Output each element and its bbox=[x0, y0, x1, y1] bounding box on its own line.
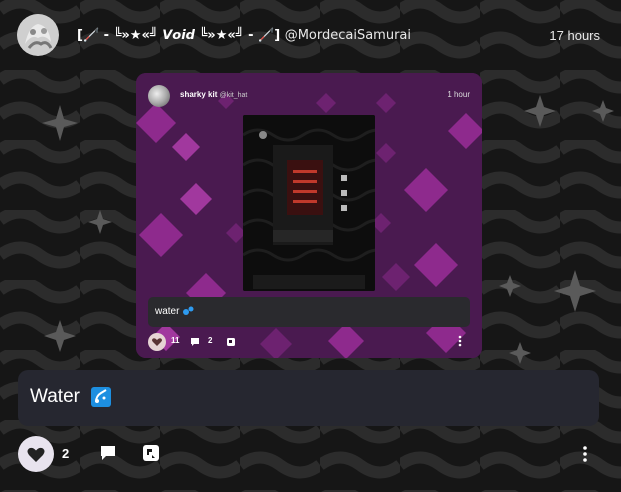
author-avatar[interactable] bbox=[17, 14, 59, 56]
post-caption: Water bbox=[18, 370, 599, 426]
like-count: 2 bbox=[62, 446, 70, 461]
comment-icon[interactable] bbox=[190, 337, 200, 347]
water-emoji-icon bbox=[183, 306, 194, 316]
embed-like-button[interactable] bbox=[148, 333, 166, 351]
embedded-screenshot-image[interactable] bbox=[243, 115, 375, 291]
embed-caption-text: water bbox=[155, 306, 180, 317]
embed-action-bar: 11 2 bbox=[148, 333, 470, 351]
more-options-icon[interactable] bbox=[458, 335, 462, 347]
embed-caption: water bbox=[148, 297, 470, 327]
post-action-bar: 2 bbox=[18, 435, 599, 473]
embedded-post[interactable]: sharky kit @kit_hat 1 hour water 11 2 bbox=[136, 73, 482, 358]
comment-icon[interactable] bbox=[99, 444, 117, 462]
embed-comment-count: 2 bbox=[208, 336, 213, 345]
water-emoji-icon bbox=[91, 386, 112, 407]
author-handle[interactable]: @MordecaiSamurai bbox=[285, 28, 411, 43]
embed-author-handle[interactable]: @kit_hat bbox=[220, 92, 248, 99]
embed-like-count: 11 bbox=[171, 336, 180, 345]
more-options-icon[interactable] bbox=[583, 445, 587, 463]
post-caption-text: Water bbox=[30, 386, 80, 407]
repost-icon[interactable] bbox=[142, 444, 160, 462]
heart-icon bbox=[27, 447, 45, 462]
author-name[interactable]: [🦯 - ╚»★«╝ 𝙑𝙤𝙞𝙙 ╚»★«╝ - 🦯] @MordecaiSamu… bbox=[77, 28, 411, 43]
embed-author-display-name[interactable]: sharky kit bbox=[180, 90, 217, 99]
embed-author-name[interactable]: sharky kit @kit_hat bbox=[180, 90, 247, 99]
author-display-name[interactable]: [🦯 - ╚»★«╝ 𝙑𝙤𝙞𝙙 ╚»★«╝ - 🦯] bbox=[77, 28, 280, 43]
like-button[interactable] bbox=[18, 436, 54, 472]
heart-icon bbox=[152, 338, 162, 346]
post-timestamp: 17 hours bbox=[549, 28, 600, 43]
repost-icon[interactable] bbox=[226, 337, 236, 347]
embed-author-avatar[interactable] bbox=[148, 85, 170, 107]
avatar-image bbox=[17, 14, 59, 56]
embed-timestamp: 1 hour bbox=[447, 90, 470, 99]
